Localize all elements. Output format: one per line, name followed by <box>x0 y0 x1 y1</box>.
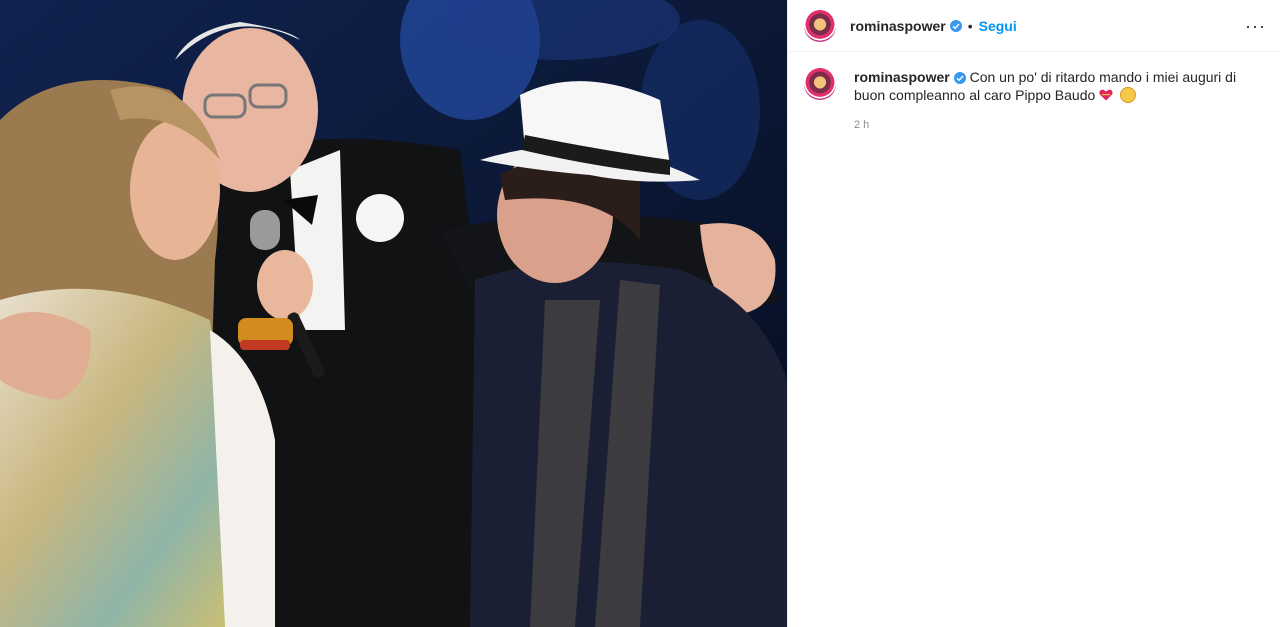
post-timestamp: 2 h <box>854 119 870 131</box>
caption-author-username[interactable]: rominaspower <box>854 69 950 85</box>
verified-badge-icon <box>953 72 966 84</box>
heart-emoji <box>1099 89 1113 101</box>
author-avatar[interactable] <box>804 9 836 42</box>
smiling-hug-emoji <box>1120 87 1137 103</box>
more-options-icon[interactable]: ··· <box>1245 17 1266 35</box>
separator-dot: • <box>967 17 973 34</box>
post-sidebar: rominaspower • Segui ··· rominaspower Co… <box>787 0 1280 627</box>
caption-author-avatar[interactable] <box>804 68 836 100</box>
instagram-post: rominaspower • Segui ··· rominaspower Co… <box>0 0 1280 627</box>
follow-button[interactable]: Segui <box>979 18 1017 34</box>
author-username[interactable]: rominaspower <box>850 18 946 34</box>
verified-badge-icon <box>949 19 962 32</box>
caption-comment: rominaspower Con un po' di ritardo mando… <box>788 52 1280 134</box>
post-photo[interactable] <box>0 0 787 627</box>
caption-body: rominaspower Con un po' di ritardo mando… <box>854 68 1249 134</box>
post-header: rominaspower • Segui ··· <box>788 0 1280 52</box>
stage-photo-illustration <box>0 0 787 627</box>
